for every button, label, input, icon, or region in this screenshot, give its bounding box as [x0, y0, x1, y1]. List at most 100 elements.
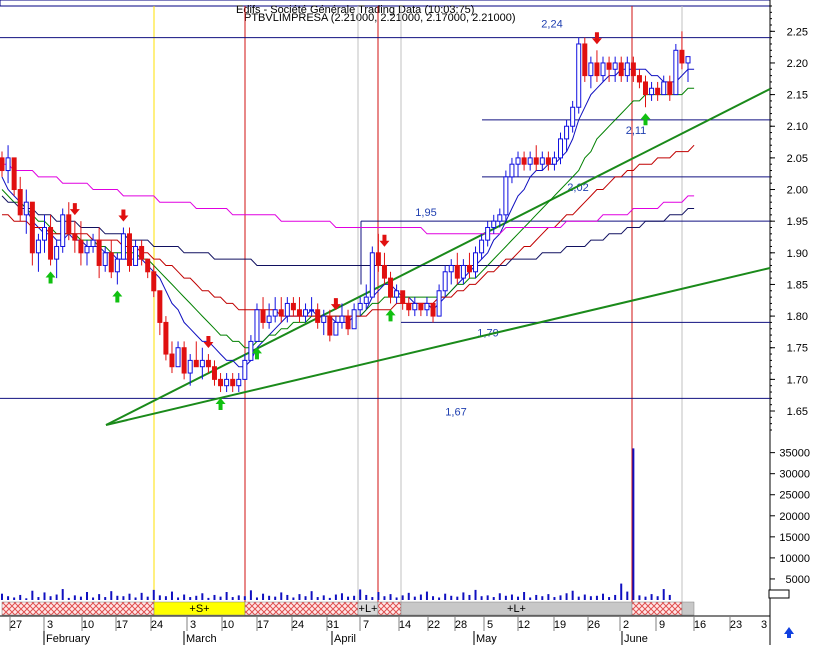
candle	[163, 316, 169, 361]
candle	[503, 170, 509, 222]
level-label: 2,24	[541, 19, 562, 31]
candle-body	[491, 220, 497, 228]
x-day-label: 17	[116, 619, 128, 631]
candle-body	[515, 157, 521, 165]
candle-body	[248, 340, 254, 361]
candle-body	[630, 62, 636, 77]
candle-body	[521, 157, 527, 165]
candle-body	[303, 309, 309, 317]
y-tick-label: 1.65	[787, 406, 808, 418]
x-day-label: 16	[694, 619, 706, 631]
candle-body	[357, 302, 363, 311]
candle-body	[78, 239, 84, 254]
candle-body	[266, 315, 272, 323]
candle	[60, 208, 66, 253]
level-label: 2,02	[567, 182, 588, 194]
candle-body	[600, 62, 606, 77]
candle-body	[375, 252, 381, 266]
candle-body	[558, 138, 564, 159]
candle-body	[497, 214, 503, 222]
candle-body	[460, 264, 466, 279]
candle-body	[315, 309, 321, 323]
x-day-label: 28	[455, 619, 467, 631]
level-label: 1,95	[415, 207, 436, 219]
candle-body	[685, 56, 691, 64]
candle	[582, 37, 588, 82]
candle-body	[339, 315, 345, 323]
candle-body	[539, 157, 545, 165]
candle-body	[509, 163, 515, 178]
candle-body	[17, 189, 23, 216]
y-tick-label: 1.85	[787, 279, 808, 291]
candle-body	[218, 378, 224, 387]
candle-body	[284, 302, 290, 317]
x-day-label: 3	[190, 619, 196, 631]
scale-box[interactable]	[768, 589, 790, 599]
candle-body	[309, 309, 315, 312]
y-tick-label: 2.00	[787, 185, 808, 197]
candle-body	[224, 378, 230, 387]
level-label: 2,11	[626, 125, 647, 137]
candle-body	[533, 157, 539, 165]
vol-tick-label: 15000	[779, 532, 810, 544]
price-chart: Edifs - Société Générale Trading Data (1…	[0, 0, 814, 645]
candle-body	[11, 157, 17, 191]
x-day-label: 22	[428, 619, 440, 631]
candle-body	[163, 321, 169, 355]
x-month-label: May	[476, 633, 497, 645]
candle-body	[114, 258, 120, 273]
x-day-label: 10	[82, 619, 94, 631]
vol-tick-label: 10000	[779, 553, 810, 565]
candle-body	[369, 252, 375, 298]
candle-body	[618, 62, 624, 77]
x-month-label: June	[624, 633, 648, 645]
signal-segment	[377, 601, 402, 616]
candle-body	[205, 359, 211, 368]
candle-body	[661, 81, 667, 96]
chart-window: Edifs - Société Générale Trading Data (1…	[0, 0, 814, 645]
y-tick-label: 2.05	[787, 153, 808, 165]
candle-body	[211, 366, 217, 380]
candle-body	[333, 321, 339, 336]
candle-body	[278, 309, 284, 317]
y-tick-label: 2.15	[787, 90, 808, 102]
candle-body	[60, 214, 66, 247]
candle-body	[673, 49, 679, 96]
candle-body	[23, 201, 29, 216]
candle-body	[424, 302, 430, 311]
candle-body	[418, 302, 424, 311]
signal-segment	[631, 601, 683, 616]
candle-body	[606, 62, 612, 70]
candle-body	[412, 302, 418, 311]
candle-body	[254, 309, 260, 342]
candle-body	[667, 81, 673, 96]
x-day-label: 26	[588, 619, 600, 631]
x-month-label: March	[186, 633, 217, 645]
candle-body	[126, 233, 132, 266]
candle	[126, 227, 132, 272]
x-day-label: 31	[327, 619, 339, 631]
candle-body	[442, 271, 448, 292]
candle-body	[624, 62, 630, 77]
candle-body	[466, 264, 472, 273]
candle-body	[41, 226, 47, 241]
candle-body	[527, 157, 533, 165]
candle-body	[612, 62, 618, 70]
x-day-label: 24	[292, 619, 304, 631]
candle-body	[48, 226, 54, 260]
x-day-label: 24	[151, 619, 163, 631]
candle-body	[66, 214, 72, 235]
candle-body	[193, 359, 199, 368]
candle-body	[145, 258, 151, 273]
candle-body	[54, 245, 60, 260]
candle-body	[479, 239, 485, 254]
vol-tick-label: 5000	[786, 574, 810, 586]
candle-body	[576, 43, 582, 108]
candle-body	[473, 252, 479, 273]
candle-body	[108, 252, 114, 273]
candle-body	[35, 239, 41, 254]
signal-label: +L+	[359, 603, 378, 615]
candle-body	[242, 359, 248, 380]
signal-segment	[244, 601, 359, 616]
candle-body	[448, 264, 454, 273]
